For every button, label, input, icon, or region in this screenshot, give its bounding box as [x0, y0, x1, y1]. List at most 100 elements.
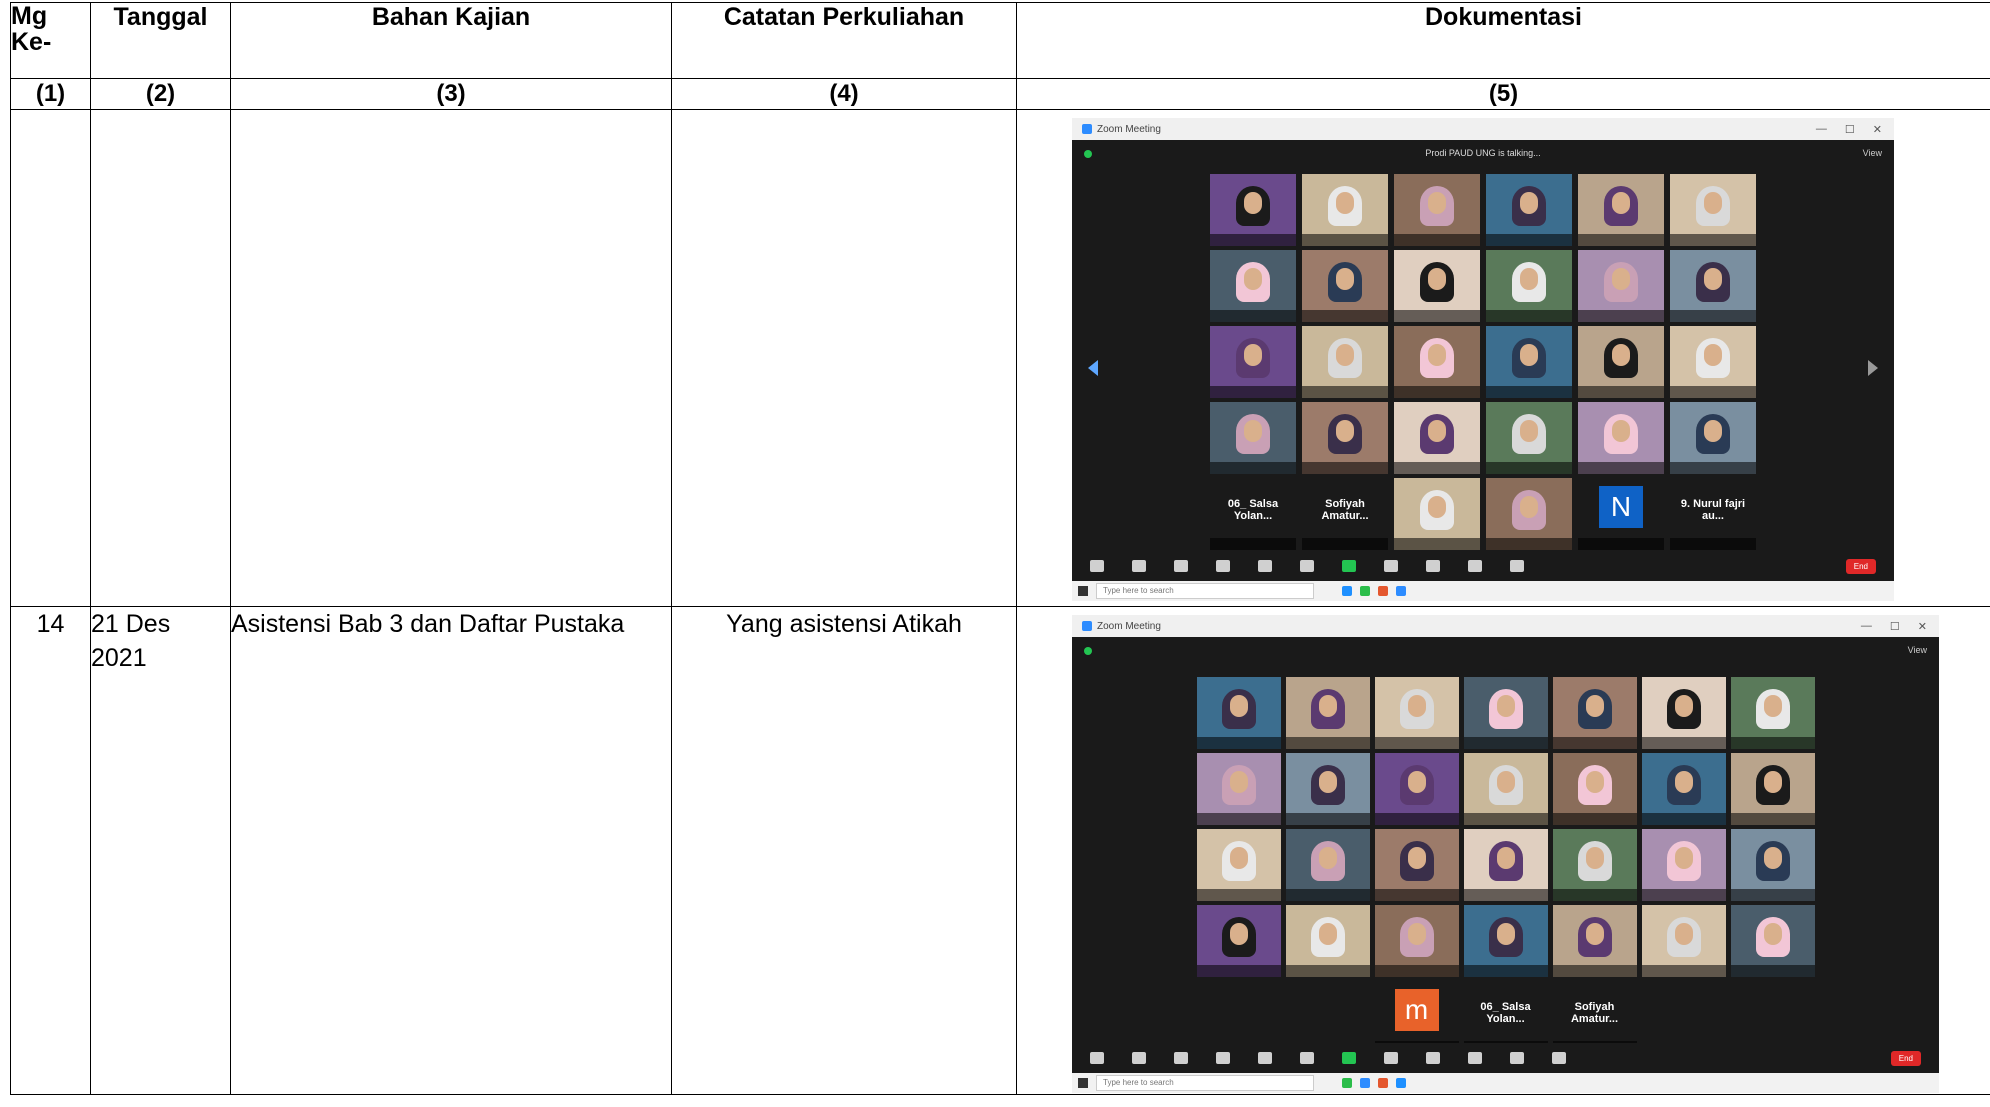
- video-icon: [1132, 1052, 1146, 1064]
- participant-name-bar: [1641, 737, 1726, 749]
- table-row: 14 21 Des 2021 Asistensi Bab 3 dan Dafta…: [10, 606, 1990, 1095]
- apps-icon: [1468, 560, 1482, 572]
- participant-face: [1407, 923, 1426, 945]
- participant-tile: [1463, 677, 1548, 749]
- participant-tile: [1670, 174, 1756, 246]
- participant-name-bar: [1670, 538, 1756, 550]
- participant-tile: [1486, 250, 1572, 322]
- windows-taskbar: Type here to search: [1072, 581, 1894, 601]
- taskbar-icons: [1342, 586, 1406, 596]
- participant-name-bar: [1210, 234, 1296, 246]
- windows-start-icon: [1078, 586, 1088, 596]
- taskbar-search: Type here to search: [1096, 583, 1314, 599]
- participant-face: [1674, 923, 1693, 945]
- participant-display-name: Sofiyah Amatur...: [1570, 1001, 1619, 1025]
- polls-icon: [1258, 560, 1272, 572]
- participant-face: [1704, 268, 1722, 290]
- participant-face: [1318, 923, 1337, 945]
- participant-tile: [1374, 677, 1459, 749]
- record-icon: [1384, 1052, 1398, 1064]
- participant-name-bar: [1210, 386, 1296, 398]
- participant-face: [1428, 268, 1446, 290]
- apps-icon: [1510, 1052, 1524, 1064]
- participant-tile: [1486, 174, 1572, 246]
- participant-tile-noncamera: 9. Nurul fajri au...: [1670, 478, 1756, 550]
- end-button: End: [1890, 1050, 1921, 1066]
- participant-name-bar: [1486, 310, 1572, 322]
- talking-indicator: Prodi PAUD UNG is talking...: [1425, 148, 1541, 158]
- participants-icon: [1216, 1052, 1230, 1064]
- table-row: Zoom Meeting — ☐ ✕ Prodi PAUD UNG is talki…: [10, 109, 1990, 607]
- share-screen-icon: [1342, 1052, 1356, 1064]
- participant-face: [1496, 695, 1515, 717]
- participant-tile: [1670, 326, 1756, 398]
- participant-face: [1763, 695, 1782, 717]
- participant-face: [1763, 771, 1782, 793]
- participant-name-bar: [1486, 462, 1572, 474]
- zoom-toolbar: End: [1072, 551, 1894, 581]
- participant-tile-noncamera: 06_ Salsa Yolan...: [1210, 478, 1296, 550]
- breakout-rooms-icon: [1426, 1052, 1440, 1064]
- participant-tile: [1285, 829, 1370, 901]
- participant-tile: [1730, 677, 1815, 749]
- security-icon: [1174, 1052, 1188, 1064]
- participant-face: [1585, 923, 1604, 945]
- participant-face: [1244, 192, 1262, 214]
- participant-tile: [1730, 753, 1815, 825]
- participant-tile: [1374, 905, 1459, 977]
- cell-dokumentasi: Zoom Meeting — ☐ ✕ Prodi PAUD UNG is talki…: [1016, 109, 1990, 607]
- participant-face: [1407, 847, 1426, 869]
- participant-name-bar: [1394, 310, 1480, 322]
- cell-tanggal: [90, 109, 231, 607]
- zoom-toolbar: End: [1072, 1043, 1939, 1073]
- taskbar-search: Type here to search: [1096, 1075, 1314, 1091]
- participant-tile: [1578, 326, 1664, 398]
- cell-bahan: Asistensi Bab 3 dan Daftar Pustaka: [230, 606, 672, 1095]
- header-bahan-kajian: Bahan Kajian: [230, 2, 672, 79]
- chat-icon: [1300, 560, 1314, 572]
- cell-catatan: Yang asistensi Atikah: [671, 606, 1017, 1095]
- participant-tile: [1394, 174, 1480, 246]
- more-icon: [1552, 1052, 1566, 1064]
- participant-name-bar: [1486, 538, 1572, 550]
- participant-face: [1229, 923, 1248, 945]
- participant-name-bar: [1730, 889, 1815, 901]
- participant-tile: [1394, 402, 1480, 474]
- video-icon: [1132, 560, 1146, 572]
- participants-icon: [1216, 560, 1230, 572]
- participant-name-bar: [1374, 965, 1459, 977]
- participant-face: [1336, 192, 1354, 214]
- participant-face: [1520, 420, 1538, 442]
- chat-icon: [1300, 1052, 1314, 1064]
- participant-display-name: 06_ Salsa Yolan...: [1227, 498, 1279, 522]
- participant-tile: [1463, 905, 1548, 977]
- participant-name-bar: [1463, 813, 1548, 825]
- participant-name-bar: [1210, 462, 1296, 474]
- participant-name-bar: [1394, 386, 1480, 398]
- security-status-icon: [1084, 647, 1092, 655]
- participant-name-bar: [1641, 965, 1726, 977]
- participant-face: [1612, 344, 1630, 366]
- participant-face: [1244, 268, 1262, 290]
- participant-name-bar: [1552, 965, 1637, 977]
- participant-face: [1229, 771, 1248, 793]
- participant-tile: [1285, 677, 1370, 749]
- participant-name-bar: [1285, 813, 1370, 825]
- taskbar-icons: [1342, 1078, 1406, 1088]
- participant-tile: [1210, 326, 1296, 398]
- next-page-icon: [1868, 359, 1878, 376]
- zoom-screenshot-2: Zoom Meeting — ☐ ✕ View m 06_ Salsa Yolan..…: [1072, 615, 1939, 1093]
- participant-tile: [1670, 402, 1756, 474]
- header-mg: Mg Ke-: [10, 2, 91, 79]
- participant-face: [1704, 192, 1722, 214]
- participant-tile: [1463, 829, 1548, 901]
- header-dokumentasi: Dokumentasi: [1016, 2, 1990, 79]
- participant-face: [1704, 420, 1722, 442]
- participant-name-bar: [1463, 737, 1548, 749]
- cell-mg: 14: [10, 606, 91, 1095]
- participant-face: [1318, 847, 1337, 869]
- participant-face: [1520, 192, 1538, 214]
- participant-tile: [1730, 905, 1815, 977]
- participant-name-bar: [1196, 965, 1281, 977]
- participant-face: [1612, 268, 1630, 290]
